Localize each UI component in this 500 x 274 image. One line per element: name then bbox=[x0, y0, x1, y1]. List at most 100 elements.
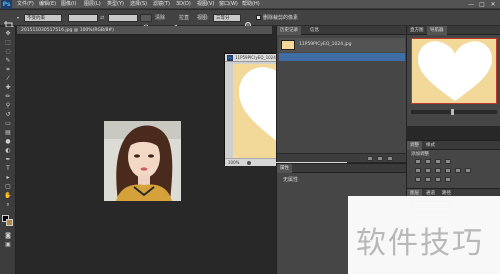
threshold-icon[interactable] bbox=[435, 177, 441, 182]
lasso-tool-icon[interactable]: ◌ bbox=[3, 48, 13, 56]
vibrance-icon[interactable] bbox=[415, 168, 421, 173]
tab-adjustments[interactable]: 调整 bbox=[407, 141, 422, 150]
hue-saturation-icon[interactable] bbox=[425, 168, 431, 173]
tools-panel: ✥ ⬚ ◌ ✎ ⌗ ⁄ ✚ ✏ ⚲ ↺ ▭ ▤ ● ◐ ✒ T ▸ ▢ ✋ ⌕ … bbox=[0, 27, 16, 274]
crop-ratio-select[interactable]: 不受约束 bbox=[24, 14, 62, 22]
marquee-tool-icon[interactable]: ⬚ bbox=[3, 39, 13, 47]
channel-mixer-icon[interactable] bbox=[465, 168, 471, 173]
crop-tool-icon[interactable]: ⌗ bbox=[3, 66, 13, 74]
brush-tool-icon[interactable]: ✏ bbox=[3, 93, 13, 101]
curves-icon[interactable] bbox=[435, 159, 441, 164]
tab-navigator[interactable]: 导航器 bbox=[427, 26, 447, 35]
exposure-icon[interactable] bbox=[445, 159, 451, 164]
history-footer bbox=[277, 153, 407, 162]
healing-tool-icon[interactable]: ✚ bbox=[3, 84, 13, 92]
maximize-button[interactable]: □ bbox=[477, 0, 487, 9]
tab-info[interactable]: 信息 bbox=[307, 26, 322, 35]
move-tool-icon[interactable]: ✥ bbox=[3, 30, 13, 38]
eyedropper-tool-icon[interactable]: ⁄ bbox=[3, 75, 13, 83]
navigator-panel-tabs: 直方图 导航器 bbox=[407, 26, 500, 35]
black-white-icon[interactable] bbox=[445, 168, 451, 173]
status-arrow-icon[interactable] bbox=[247, 161, 251, 165]
close-button[interactable]: ✕ bbox=[488, 0, 498, 9]
quick-select-tool-icon[interactable]: ✎ bbox=[3, 57, 13, 65]
history-brush-tool-icon[interactable]: ↺ bbox=[3, 111, 13, 119]
gradient-map-icon[interactable] bbox=[445, 177, 451, 182]
menu-bar: Ps 文件(F) 编辑(E) 图像(I) 图层(L) 类型(Y) 选择(S) 滤… bbox=[0, 0, 500, 9]
dodge-tool-icon[interactable]: ◐ bbox=[3, 147, 13, 155]
straighten-icon[interactable] bbox=[168, 15, 178, 30]
tab-styles[interactable]: 样式 bbox=[423, 141, 438, 150]
hand-tool-icon[interactable]: ✋ bbox=[3, 192, 13, 200]
gear-icon[interactable] bbox=[244, 14, 252, 29]
path-select-tool-icon[interactable]: ▸ bbox=[3, 174, 13, 182]
quick-mask-icon[interactable]: ◙ bbox=[3, 232, 13, 240]
photo-filter-icon[interactable] bbox=[455, 168, 461, 173]
history-panel-tabs: 历史记录 信息 bbox=[277, 26, 407, 35]
history-state-open[interactable] bbox=[279, 53, 405, 61]
tab-history[interactable]: 历史记录 bbox=[277, 26, 301, 35]
menu-select[interactable]: 选择(S) bbox=[130, 0, 147, 9]
rotate-icon[interactable] bbox=[140, 14, 152, 30]
menu-3d[interactable]: 3D(D) bbox=[176, 0, 191, 9]
posterize-icon[interactable] bbox=[425, 177, 431, 182]
invert-icon[interactable] bbox=[415, 177, 421, 182]
height-input[interactable] bbox=[108, 14, 138, 22]
no-properties-label: 无属性 bbox=[283, 177, 299, 183]
straighten-label[interactable]: 拉直 bbox=[179, 10, 189, 26]
menu-view[interactable]: 视图(V) bbox=[197, 0, 214, 9]
trash-icon[interactable] bbox=[387, 156, 393, 161]
snapshot-icon[interactable] bbox=[377, 156, 383, 161]
navigator-preview[interactable] bbox=[411, 38, 497, 104]
menu-layer[interactable]: 图层(L) bbox=[84, 0, 101, 9]
delete-cropped-label: 删除裁剪的像素 bbox=[263, 15, 299, 21]
zoom-slider[interactable] bbox=[411, 109, 497, 115]
snapshot-thumbnail bbox=[281, 40, 295, 50]
menu-edit[interactable]: 编辑(E) bbox=[39, 0, 56, 9]
shape-tool-icon[interactable]: ▢ bbox=[3, 183, 13, 191]
gradient-tool-icon[interactable]: ▤ bbox=[3, 129, 13, 137]
chevron-down-icon[interactable]: ▾ bbox=[17, 16, 21, 20]
menu-image[interactable]: 图像(I) bbox=[61, 0, 76, 9]
delete-cropped-checkbox[interactable] bbox=[256, 15, 261, 20]
watermark-text: 软件技巧 bbox=[356, 226, 484, 261]
brightness-icon[interactable] bbox=[415, 159, 421, 164]
menu-window[interactable]: 窗口(W) bbox=[219, 0, 238, 9]
tab-histogram[interactable]: 直方图 bbox=[407, 26, 427, 35]
menu-type[interactable]: 类型(Y) bbox=[107, 0, 124, 9]
options-bar: ▾ 不受约束 ⇄ 清除 拉直 视图: 三等分 删除裁剪的像素 bbox=[0, 10, 500, 30]
crop-tool-icon[interactable] bbox=[4, 14, 14, 29]
background-color-swatch[interactable] bbox=[6, 219, 13, 226]
pen-tool-icon[interactable]: ✒ bbox=[3, 156, 13, 164]
screen-mode-icon[interactable]: ▣ bbox=[3, 241, 13, 249]
menu-help[interactable]: 帮助(H) bbox=[242, 0, 260, 9]
width-input[interactable] bbox=[68, 14, 98, 22]
document-tab[interactable]: 201511030517516.jpg @ 100%(RGB/8#) bbox=[17, 26, 272, 35]
clear-button[interactable]: 清除 bbox=[155, 10, 165, 26]
adjustments-panel-tabs: 调整 样式 bbox=[407, 141, 500, 150]
document-tab-label: 201511030517516.jpg @ 100%(RGB/8#) bbox=[21, 28, 114, 33]
menu-filter[interactable]: 滤镜(T) bbox=[153, 0, 170, 9]
levels-icon[interactable] bbox=[425, 159, 431, 164]
history-snapshot[interactable]: 11P59PICyEQ_1024.jpg bbox=[279, 38, 405, 52]
properties-panel-tabs: 属性 bbox=[277, 164, 407, 173]
zoom-tool-icon[interactable]: ⌕ bbox=[3, 201, 13, 209]
swap-icon[interactable]: ⇄ bbox=[100, 10, 104, 26]
navigator-panel: 直方图 导航器 bbox=[406, 26, 500, 126]
zoom-slider-handle[interactable] bbox=[451, 109, 454, 115]
history-panel: 历史记录 信息 11P59PICyEQ_1024.jpg bbox=[276, 26, 407, 162]
eraser-tool-icon[interactable]: ▭ bbox=[3, 120, 13, 128]
view-overlay-select[interactable]: 三等分 bbox=[213, 14, 241, 22]
view-label: 视图: bbox=[197, 15, 209, 21]
minimize-button[interactable]: — bbox=[466, 0, 476, 9]
stamp-tool-icon[interactable]: ⚲ bbox=[3, 102, 13, 110]
tab-properties[interactable]: 属性 bbox=[277, 164, 292, 173]
menu-file[interactable]: 文件(F) bbox=[17, 0, 34, 9]
document-image bbox=[104, 121, 181, 201]
blur-tool-icon[interactable]: ● bbox=[3, 138, 13, 146]
snapshot-label: 11P59PICyEQ_1024.jpg bbox=[299, 42, 352, 47]
type-tool-icon[interactable]: T bbox=[3, 165, 13, 173]
zoom-level[interactable]: 100% bbox=[228, 159, 239, 167]
color-balance-icon[interactable] bbox=[435, 168, 441, 173]
new-document-icon[interactable] bbox=[367, 156, 373, 161]
